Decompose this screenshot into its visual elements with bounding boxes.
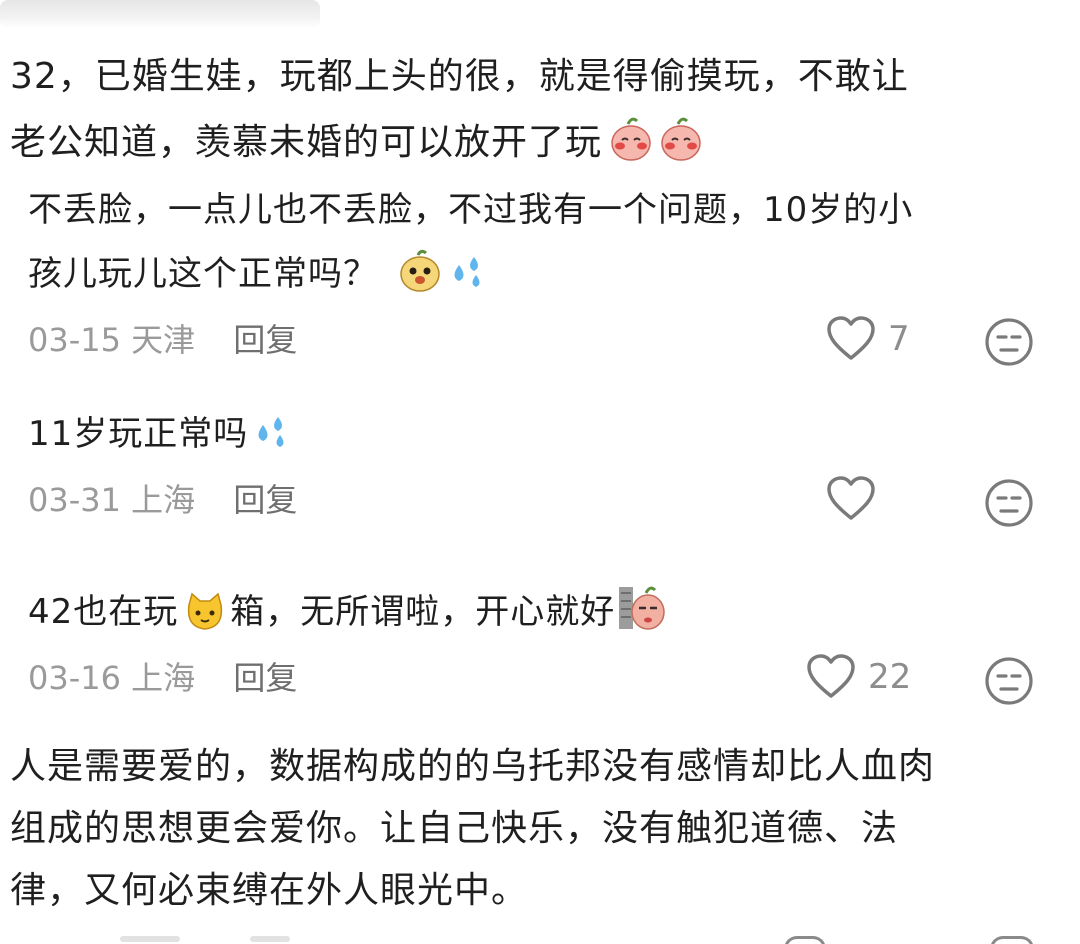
comment-2-line-1: 11岁玩正常吗 bbox=[28, 402, 294, 476]
comment-3-text-b: 箱，无所谓啦，开心就好 bbox=[230, 592, 616, 632]
cropped-ghost-row-1: ━ ━━ ━ ━ ━━ ━━ ━━ bbox=[44, 370, 384, 388]
blush-peach-emoji bbox=[606, 114, 656, 186]
puppy-face-emoji bbox=[396, 247, 444, 316]
comment-2-meta: 03-31 上海 回复 bbox=[28, 478, 297, 522]
comment-1-line-2: 孩儿玩儿这个正常吗？ bbox=[28, 242, 490, 316]
comment-3-line-1: 42也在玩 箱，无所谓啦，开心就好 bbox=[28, 580, 667, 654]
cropped-bottom-row bbox=[0, 934, 1080, 944]
post-text-line-1: 32，已婚生娃，玩都上头的很，就是得偷摸玩，不敢让 bbox=[10, 56, 909, 97]
comment-1-like[interactable]: 7 bbox=[826, 316, 910, 362]
comment-1-like-count: 7 bbox=[888, 319, 910, 359]
cropped-ghost-row-2: ━━ ━ ━━ ━━ bbox=[28, 544, 248, 562]
meh-face-icon[interactable] bbox=[984, 656, 1034, 706]
meh-face-icon[interactable] bbox=[984, 317, 1034, 367]
post2-text-line-3: 律，又何必束缚在外人眼光中。 bbox=[10, 870, 529, 911]
blush-peach-emoji bbox=[656, 114, 706, 186]
comment-1-reply-button[interactable]: 回复 bbox=[233, 321, 297, 359]
post2-text-line-2: 组成的思想更会爱你。让自己快乐，没有触犯道德、法 bbox=[10, 808, 899, 849]
sweat-drops-emoji bbox=[250, 411, 294, 476]
comment-3-meta: 03-16 上海 回复 bbox=[28, 656, 297, 700]
comment-1-line-1: 不丢脸，一点儿也不丢脸，不过我有一个问题，10岁的小 bbox=[28, 190, 914, 230]
comment-2-like[interactable] bbox=[826, 476, 888, 522]
sweat-drops-emoji bbox=[446, 251, 490, 316]
comment-3-like[interactable]: 22 bbox=[806, 654, 911, 700]
heart-icon[interactable] bbox=[826, 476, 876, 522]
top-cropped-area bbox=[0, 0, 320, 28]
meh-face-icon[interactable] bbox=[984, 478, 1034, 528]
comment-2-line-1-content: 11岁玩正常吗 bbox=[28, 414, 249, 454]
comment-1-line-2-content: 孩儿玩儿这个正常吗？ bbox=[28, 254, 378, 294]
cat-face-emoji bbox=[184, 590, 226, 654]
post-text-line-2: 老公知道，羡慕未婚的可以放开了玩 bbox=[10, 110, 706, 186]
comment-3-like-count: 22 bbox=[868, 657, 912, 697]
comment-3-text-a: 42也在玩 bbox=[28, 592, 179, 632]
post-text-line-2-content: 老公知道，羡慕未婚的可以放开了玩 bbox=[10, 122, 603, 163]
comment-1-meta: 03-15 天津 回复 bbox=[28, 318, 297, 362]
peeking-emoji bbox=[617, 583, 667, 654]
post2-text-line-1: 人是需要爱的，数据构成的的乌托邦没有感情却比人血肉 bbox=[10, 746, 936, 787]
heart-icon[interactable] bbox=[826, 316, 876, 362]
comment-1-date: 03-15 天津 bbox=[28, 321, 196, 359]
comment-2-date: 03-31 上海 bbox=[28, 481, 196, 519]
comment-3-reply-button[interactable]: 回复 bbox=[233, 659, 297, 697]
comment-2-reply-button[interactable]: 回复 bbox=[233, 481, 297, 519]
heart-icon[interactable] bbox=[806, 654, 856, 700]
comment-3-date: 03-16 上海 bbox=[28, 659, 196, 697]
